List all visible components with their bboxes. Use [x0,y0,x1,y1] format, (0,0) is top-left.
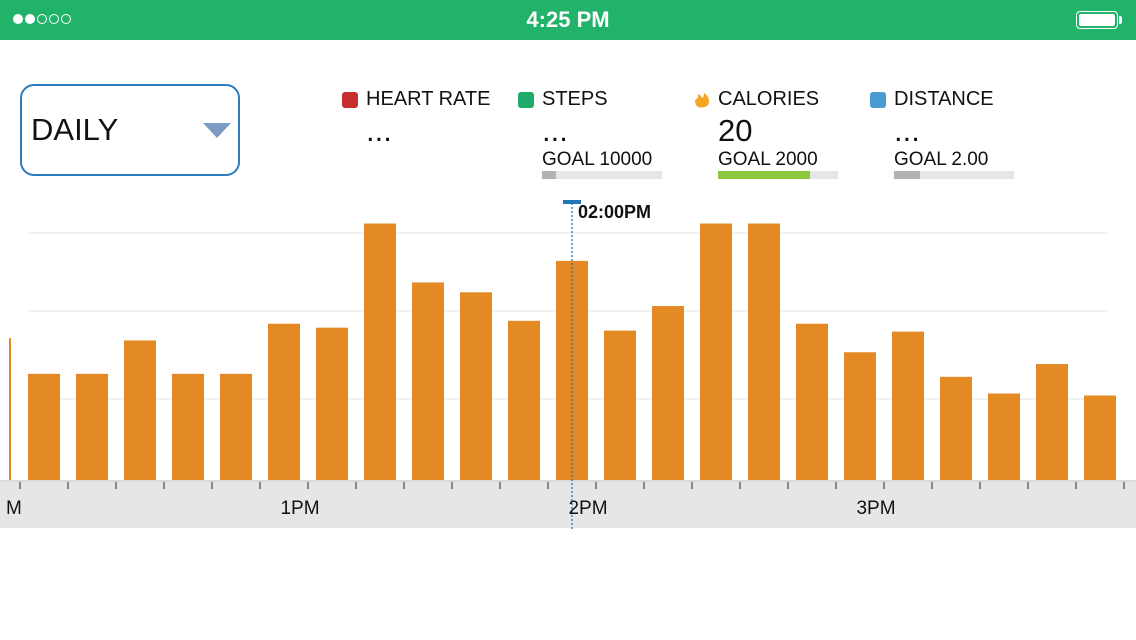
chevron-down-icon [203,123,231,138]
metric-heart-rate[interactable]: HEART RATE ... [342,88,492,188]
chart-bar[interactable] [364,223,396,481]
battery-level [1079,14,1115,26]
status-time: 4:25 PM [526,7,610,32]
calories-goal-progress [718,171,838,179]
chart-bar[interactable] [1036,364,1068,480]
time-cursor-label: 02:00PM [578,202,652,222]
steps-goal-progress-fill [542,171,557,179]
battery-icon [1076,11,1118,29]
period-dropdown[interactable]: DAILY [20,84,240,176]
calories-label: CALORIES [718,88,820,110]
battery-tip [1119,16,1122,24]
chart-bar[interactable] [412,282,444,480]
chart-bar[interactable] [988,393,1020,480]
heart-rate-label: HEART RATE [366,88,491,110]
chart-bar[interactable] [940,376,972,480]
distance-goal-progress [894,171,1014,179]
hour-label: M [6,498,22,519]
heart-rate-value: ... [366,113,392,148]
heart-rate-color-swatch [342,91,358,108]
chart-bar[interactable] [652,306,684,480]
chart-bar[interactable] [844,352,876,480]
steps-color-swatch [518,91,534,108]
distance-color-swatch [870,91,886,108]
chart-bar[interactable] [748,223,780,481]
chart-bar[interactable] [268,323,300,480]
chart-bar[interactable] [28,373,60,480]
chart-bar[interactable] [220,373,252,480]
chart-bar-edge [9,338,11,480]
flame-icon [695,92,709,108]
hour-label: 3PM [856,498,896,519]
chart-bar[interactable] [700,223,732,481]
calories-goal: GOAL 2000 [718,149,818,170]
metric-steps[interactable]: STEPS ... GOAL 10000 [518,88,668,188]
chart-bar[interactable] [316,327,348,480]
chart-bar[interactable] [1084,395,1116,480]
chart-bar[interactable] [124,340,156,480]
hour-label: 1PM [280,498,320,519]
distance-label: DISTANCE [894,88,994,110]
distance-goal-progress-fill [894,171,921,179]
metric-calories[interactable]: CALORIES 20 GOAL 2000 [694,88,844,188]
metric-distance[interactable]: DISTANCE ... GOAL 2.00 [870,88,1020,188]
chart-bar[interactable] [508,320,540,480]
distance-goal: GOAL 2.00 [894,149,989,170]
activity-bar-chart[interactable] [0,195,1136,535]
status-bar: 4:25 PM [0,0,1136,40]
chart-bar[interactable] [460,292,492,480]
chart-bar[interactable] [892,331,924,480]
calories-goal-progress-fill [718,171,811,179]
chart-bar[interactable] [76,373,108,480]
calories-value: 20 [718,113,753,148]
steps-label: STEPS [542,88,608,110]
distance-value: ... [894,113,920,148]
steps-goal: GOAL 10000 [542,149,653,170]
hour-label: 2PM [568,498,608,519]
period-dropdown-value: DAILY [31,112,119,147]
chart-bar[interactable] [172,373,204,480]
steps-goal-progress [542,171,662,179]
steps-value: ... [542,113,568,148]
chart-bar[interactable] [796,323,828,480]
chart-bar[interactable] [604,330,636,480]
